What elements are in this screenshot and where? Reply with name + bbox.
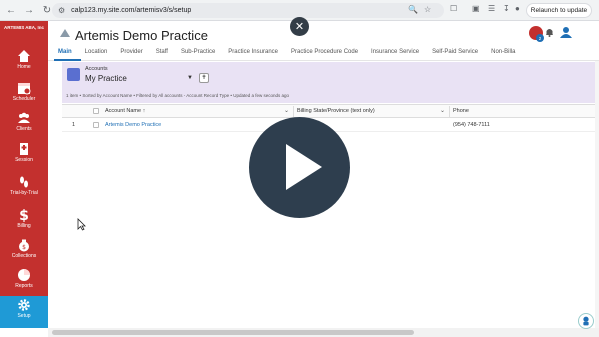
sidebar-item-label: Scheduler <box>12 96 36 102</box>
download-icon[interactable]: ↧ <box>503 4 510 13</box>
sidebar-item-label: Setup <box>17 313 31 319</box>
tab-bar: Main Location Provider Staff Sub-Practic… <box>54 47 524 61</box>
close-icon[interactable]: ✕ <box>290 17 309 36</box>
list-meta-info: 1 item • Sorted by Account Name • Filter… <box>66 93 290 98</box>
book-icon <box>20 143 28 155</box>
sidebar-item-clients[interactable]: Clients <box>0 109 48 143</box>
sidebar-item-collections[interactable]: $ Collections <box>0 236 48 270</box>
column-header-phone[interactable]: Phone <box>453 108 469 114</box>
media-icon[interactable]: ☰ <box>488 4 495 13</box>
bookmark-star-icon[interactable]: ☆ <box>424 5 431 14</box>
chevron-down-icon[interactable]: ▼ <box>187 75 193 81</box>
horizontal-scrollbar[interactable] <box>48 328 599 337</box>
phone-cell: (954) 748-7111 <box>453 122 490 128</box>
tab-sub-practice[interactable]: Sub-Practice <box>177 47 224 61</box>
notification-count-badge: 2 <box>536 34 544 42</box>
list-view-header: Accounts My Practice ▼ ✝ 1 item • Sorted… <box>62 62 595 103</box>
relaunch-button[interactable]: Relaunch to update <box>526 3 592 18</box>
brand-name: ARTEMIS ABA, Inc <box>3 25 45 30</box>
pin-icon[interactable]: ✝ <box>199 73 209 83</box>
extensions-icon[interactable]: ☐ <box>450 4 457 13</box>
column-menu-chevron-icon[interactable]: ⌄ <box>440 107 445 114</box>
sidebar-item-home[interactable]: Home <box>0 47 48 81</box>
app-sidebar: ARTEMIS ABA, Inc Home Scheduler Clients … <box>0 21 48 328</box>
tab-practice-procedure-code[interactable]: Practice Procedure Code <box>287 47 367 61</box>
select-all-checkbox[interactable] <box>93 108 99 114</box>
tab-provider[interactable]: Provider <box>116 47 151 61</box>
tab-non-billable[interactable]: Non-Billa <box>487 47 524 61</box>
row-checkbox[interactable] <box>93 122 99 128</box>
tab-location[interactable]: Location <box>81 47 117 61</box>
sidebar-item-label: Session <box>15 157 33 163</box>
tab-search-icon[interactable]: ▣ <box>472 4 480 13</box>
list-view-selector[interactable]: My Practice <box>85 74 127 83</box>
tab-practice-insurance[interactable]: Practice Insurance <box>224 47 287 61</box>
address-bar[interactable]: ⚙ calp123.my.site.com/artemisv3/s/setup … <box>52 3 444 18</box>
url-text: calp123.my.site.com/artemisv3/s/setup <box>71 7 192 14</box>
gear-icon <box>18 299 30 311</box>
page-title: Artemis Demo Practice <box>75 28 208 43</box>
sidebar-item-label: Collections <box>11 253 37 259</box>
sidebar-item-scheduler[interactable]: Scheduler <box>0 79 48 113</box>
scrollbar-thumb[interactable] <box>52 330 414 335</box>
column-divider[interactable] <box>449 106 450 117</box>
money-bag-icon: $ <box>19 239 29 252</box>
sidebar-item-label: Reports <box>15 283 33 289</box>
tab-self-paid-service[interactable]: Self-Paid Service <box>428 47 487 61</box>
bell-icon[interactable] <box>545 27 554 37</box>
account-name-link[interactable]: Artemis Demo Practice <box>105 122 161 128</box>
sidebar-item-billing[interactable]: $ Billing <box>0 206 48 240</box>
people-icon <box>18 112 30 123</box>
tab-staff[interactable]: Staff <box>152 47 177 61</box>
sidebar-item-setup[interactable]: Setup <box>0 296 48 328</box>
sidebar-item-trial-by-trial[interactable]: Trial-by-Trial <box>0 173 48 207</box>
row-number: 1 <box>72 122 76 128</box>
profile-icon[interactable]: ● <box>515 4 520 13</box>
help-assistant-icon[interactable] <box>578 313 594 329</box>
zoom-icon[interactable]: 🔍 <box>408 5 418 14</box>
calendar-icon <box>18 83 31 95</box>
sidebar-item-label: Billing <box>17 223 31 229</box>
sidebar-item-session[interactable]: Session <box>0 140 48 174</box>
tab-main[interactable]: Main <box>54 47 81 61</box>
back-icon[interactable]: ← <box>4 3 18 17</box>
accounts-icon <box>67 68 80 81</box>
page-header: Artemis Demo Practice Main Location Prov… <box>48 21 599 61</box>
svg-text:$: $ <box>19 208 29 222</box>
sidebar-item-label: Home <box>17 64 31 70</box>
pie-chart-icon <box>18 269 30 281</box>
tab-insurance-service[interactable]: Insurance Service <box>367 47 428 61</box>
object-label: Accounts <box>85 66 108 72</box>
column-menu-chevron-icon[interactable]: ⌄ <box>284 107 289 114</box>
column-header-account-name[interactable]: Account Name ↑ <box>105 108 145 114</box>
user-avatar-icon[interactable] <box>560 26 572 38</box>
sidebar-item-label: Clients <box>16 126 32 132</box>
site-info-icon[interactable]: ⚙ <box>58 6 65 15</box>
practice-logo-icon <box>60 29 70 37</box>
play-icon[interactable] <box>249 117 350 218</box>
sidebar-item-reports[interactable]: Reports <box>0 266 48 300</box>
mouse-cursor-icon <box>77 218 86 231</box>
svg-text:$: $ <box>22 244 26 251</box>
sidebar-item-label: Trial-by-Trial <box>10 190 38 196</box>
table-header-row: Account Name ↑ ⌄ Billing State/Province … <box>62 104 595 118</box>
vertical-scrollbar[interactable] <box>595 61 599 328</box>
footprints-icon <box>20 176 28 188</box>
column-divider[interactable] <box>293 106 294 117</box>
column-header-billing-state[interactable]: Billing State/Province (text only) <box>297 108 375 114</box>
home-icon <box>18 50 30 62</box>
forward-icon[interactable]: → <box>22 3 36 17</box>
dollar-icon: $ <box>19 208 29 222</box>
